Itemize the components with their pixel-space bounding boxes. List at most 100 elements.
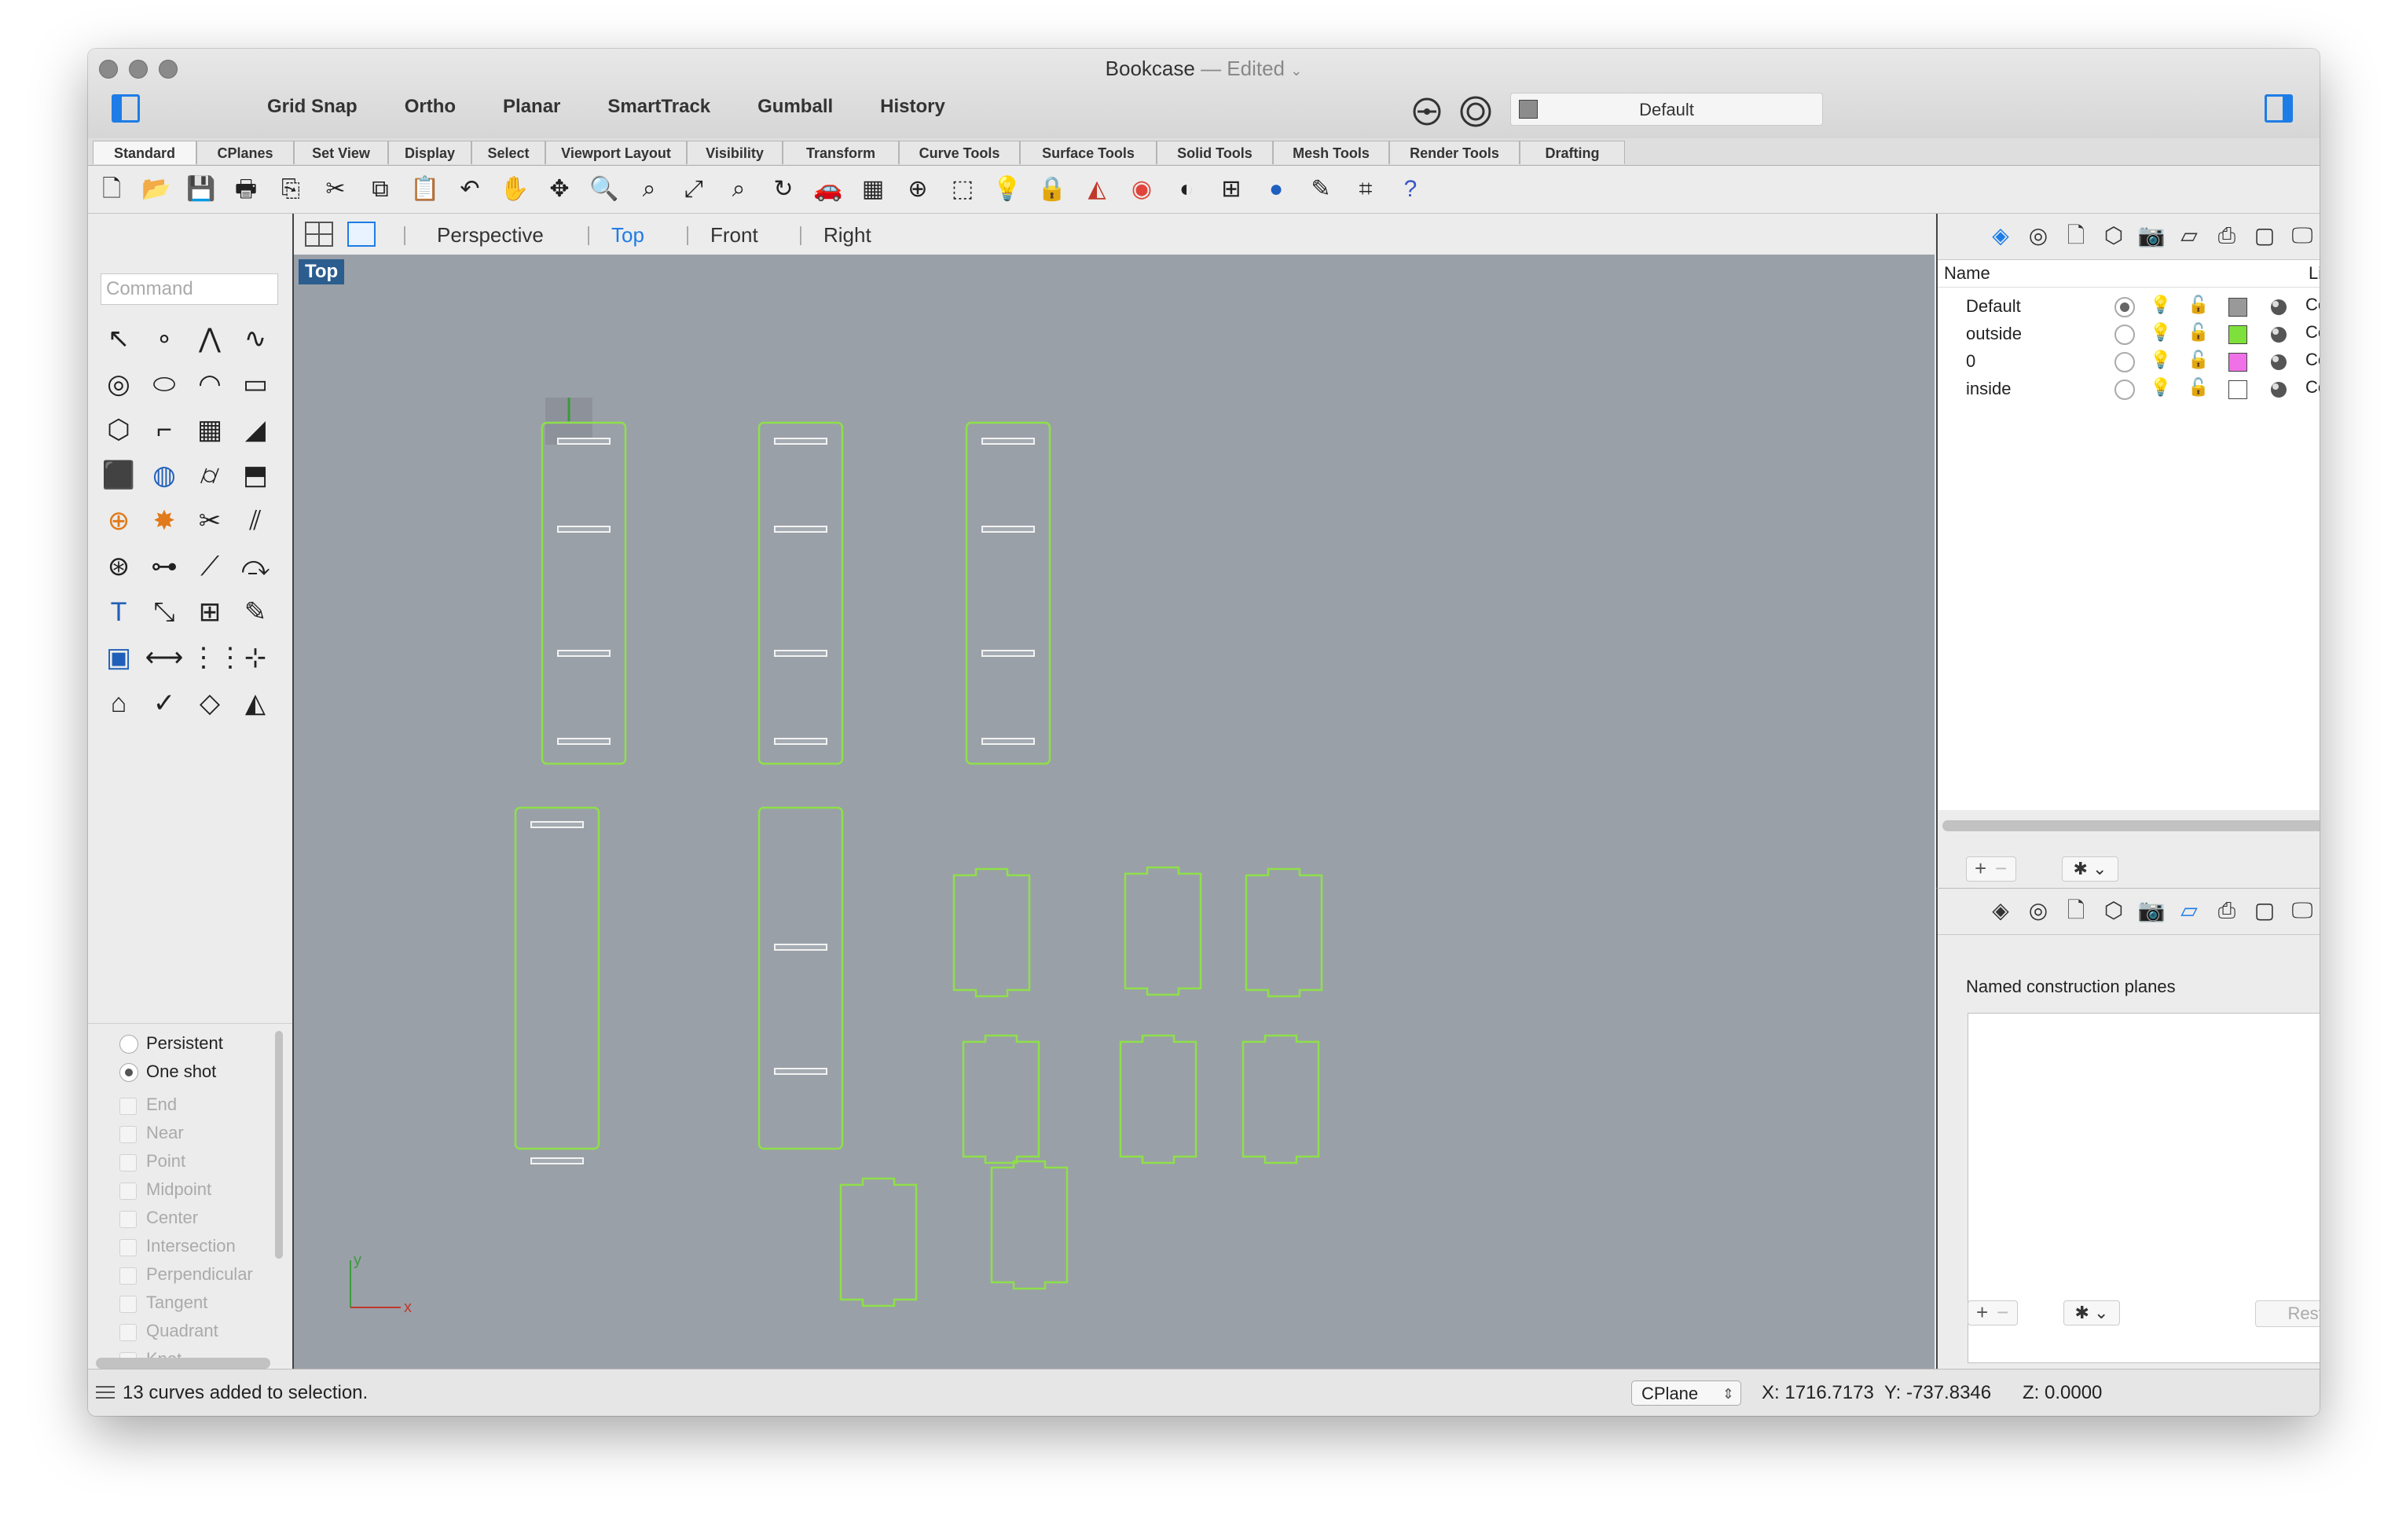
shade-icon[interactable]: ◐ [1171,174,1202,205]
toolbar-tab-transform[interactable]: Transform [783,141,899,164]
toolbar-tab-surface-tools[interactable]: Surface Tools [1020,141,1157,164]
tool-trim-icon[interactable]: ✂ [190,501,229,541]
layer-material-icon[interactable] [2269,325,2288,344]
save-icon[interactable]: 💾 [185,174,217,205]
tool-array-icon[interactable]: ⊞ [190,592,229,632]
view-tab-front[interactable]: Front [710,223,758,248]
slot-curve[interactable] [981,650,1035,657]
car-icon[interactable]: 🚗 [812,174,844,205]
layer-col-linetype[interactable]: Linetype [2309,263,2320,284]
add-remove-layer-buttons[interactable]: + − [1966,856,2016,882]
pan-hand-icon[interactable]: ✋ [499,174,530,205]
layer-material-icon[interactable] [2269,353,2288,372]
osnap-quadrant-checkbox[interactable]: Quadrant [119,1319,218,1343]
tool-mesh-icon[interactable]: ◇ [190,684,229,723]
slot-curve[interactable] [774,738,827,745]
layer-name[interactable]: outside [1966,324,2022,344]
shelf-curve[interactable] [1119,1034,1197,1164]
osnap-point-checkbox[interactable]: Point [119,1150,185,1173]
tool-cylinder-icon[interactable]: ⌭ [190,456,229,495]
grid-snap-icon[interactable]: ⌗ [1350,174,1381,205]
four-viewports-icon[interactable] [305,222,333,247]
osnap-midpoint-checkbox[interactable]: Midpoint [119,1178,211,1201]
tool-explode-icon[interactable]: ✸ [145,501,184,541]
tool-dimension-icon[interactable]: ⟷ [145,638,184,677]
tool-group-icon[interactable]: ⊛ [99,547,138,586]
help-icon[interactable]: ? [1395,174,1426,205]
undo-icon[interactable]: ↶ [454,174,486,205]
slot-curve[interactable] [774,526,827,533]
tool-select-arrow-icon[interactable]: ↖ [99,319,138,358]
slot-curve[interactable] [557,738,611,745]
tool-surface-from-points-icon[interactable]: ▦ [190,410,229,449]
layer-row[interactable]: 0💡🔓Conti…⇕ [1938,348,2320,375]
toolbar-tab-set-view[interactable]: Set View [294,141,388,164]
toolbar-tab-solid-tools[interactable]: Solid Tools [1157,141,1273,164]
add-remove-cplane-buttons[interactable]: + − [1968,1300,2018,1326]
select-filter-icon[interactable]: ⬚ [947,174,978,205]
tool-split-icon[interactable]: ⫽ [236,501,275,541]
unlock-icon[interactable]: 🔓 [2188,295,2209,315]
sphere-render-icon[interactable]: ● [1260,174,1292,205]
tool-box-icon[interactable]: ⬛ [99,456,138,495]
unlock-icon[interactable]: 🔓 [2188,377,2209,398]
cplanes-panel-cplane-icon[interactable]: ▱ [2175,896,2203,925]
layer-name[interactable]: 0 [1966,351,1975,372]
layer-color-swatch[interactable] [2228,353,2247,372]
layer-col-name[interactable]: Name [1944,263,1990,284]
tool-polygon-icon[interactable]: ⬡ [99,410,138,449]
shelf-curve[interactable] [990,1160,1069,1290]
wireframe-icon[interactable]: ⊞ [1216,174,1247,205]
tool-rectangle-icon[interactable]: ▭ [236,365,275,404]
osnap-near-checkbox[interactable]: Near [119,1121,184,1145]
osnap-scrollbar[interactable] [275,1031,283,1259]
paste-icon[interactable]: 📋 [409,174,441,205]
layers-panel-document-icon[interactable]: 🗋 [2062,222,2090,250]
left-panel-scrollbar[interactable] [96,1358,270,1369]
layer-row[interactable]: outside💡🔓Conti…⇕ [1938,321,2320,347]
tool-solid-box-icon[interactable]: ▣ [99,638,138,677]
slot-curve[interactable] [774,438,827,445]
layer-radio-icon[interactable] [2114,351,2136,373]
toolbar-tab-standard[interactable]: Standard [93,141,196,164]
cplanes-panel-display-icon[interactable]: 🖵 [2288,896,2316,925]
toolbar-tab-render-tools[interactable]: Render Tools [1389,141,1520,164]
osnap-center-checkbox[interactable]: Center [119,1206,198,1230]
tool-gumball-icon[interactable]: ⊹ [236,638,275,677]
tool-circle-icon[interactable]: ◎ [99,365,138,404]
right-sidebar-toggle-icon[interactable] [2265,94,2293,123]
toolbar-tab-display[interactable]: Display [388,141,471,164]
tool-point-icon[interactable]: ∘ [145,319,184,358]
view-tab-right[interactable]: Right [823,223,871,248]
view-tab-perspective[interactable]: Perspective [437,223,544,248]
mode-gumball-button[interactable]: Gumball [734,96,856,118]
zoom-extents-icon[interactable]: ⤢ [678,174,710,205]
material-icon[interactable]: ◭ [1081,174,1113,205]
shelf-curve[interactable] [1124,866,1202,996]
toolbar-tab-viewport-layout[interactable]: Viewport Layout [545,141,687,164]
shelf-curve[interactable] [1242,1034,1320,1164]
layer-linetype[interactable]: Conti… [2305,377,2320,398]
slot-curve[interactable] [981,438,1035,445]
open-folder-icon[interactable]: 📂 [141,174,172,205]
slot-curve[interactable] [530,1157,584,1164]
cplanes-panel-camera-icon[interactable]: 📷 [2137,896,2166,925]
slot-curve[interactable] [557,526,611,533]
cut-icon[interactable]: ✂ [320,174,351,205]
toolbar-tab-curve-tools[interactable]: Curve Tools [899,141,1020,164]
layer-color-swatch[interactable] [2228,380,2247,399]
layer-name[interactable]: inside [1966,379,2011,399]
layer-linetype[interactable]: Conti… [2305,322,2320,343]
layers-hscrollbar[interactable] [1942,820,2320,831]
cplanes-panel-layers-icon[interactable]: ◈ [1986,896,2015,925]
toolbar-tab-mesh-tools[interactable]: Mesh Tools [1273,141,1389,164]
tool-render-icon[interactable]: ◭ [236,684,275,723]
layer-radio-icon[interactable] [2114,379,2136,401]
tool-sphere-mesh-icon[interactable]: ◍ [145,456,184,495]
osnap-perpendicular-checkbox[interactable]: Perpendicular [119,1263,253,1286]
tool-edit-icon[interactable]: ✎ [236,592,275,632]
tool-polyline-icon[interactable]: ⋀ [190,319,229,358]
zoom-icon[interactable]: 🔍 [589,174,620,205]
mode-grid-snap-button[interactable]: Grid Snap [244,96,381,118]
zoom-window-icon[interactable]: ⌕ [633,174,665,205]
